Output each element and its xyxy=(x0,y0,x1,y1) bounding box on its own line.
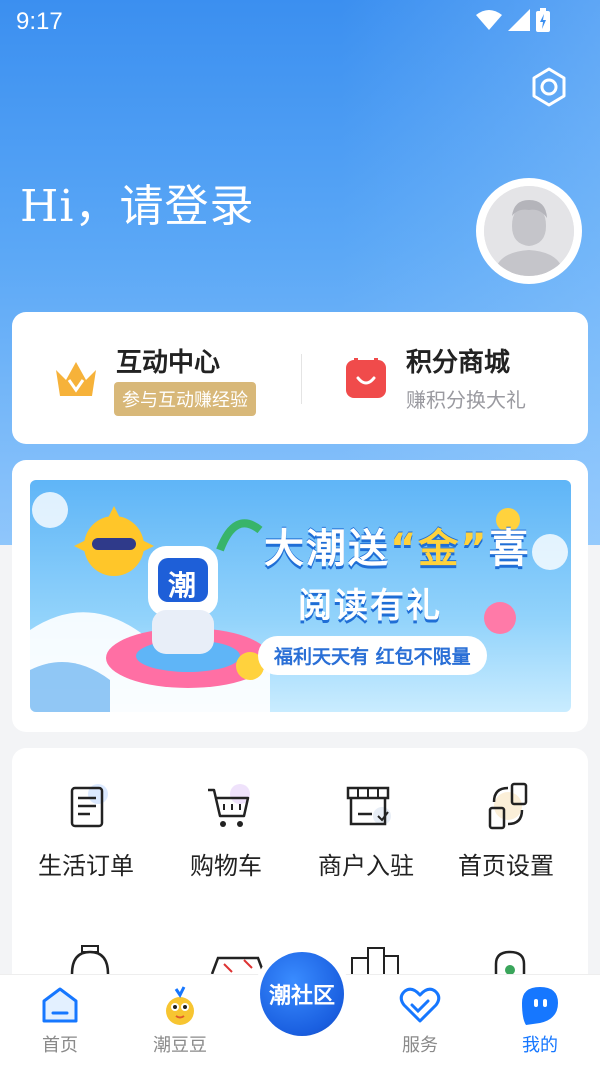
wifi-icon xyxy=(476,10,502,30)
community-button-label: 潮社区 xyxy=(260,952,344,1036)
mascot-screen-char: 潮 xyxy=(168,569,197,602)
grid-item-life-orders[interactable]: 生活订单 xyxy=(16,748,156,880)
points-mall-subtitle: 赚积分换大礼 xyxy=(406,388,526,412)
banner-headline-pre: 大潮送 xyxy=(264,526,390,572)
cart-icon xyxy=(208,784,250,827)
grid-item-merchant[interactable]: 商户入驻 xyxy=(296,748,436,880)
tab-label-services: 服务 xyxy=(402,1035,438,1056)
banner-headline-post: 喜 xyxy=(488,526,531,572)
grid-label-home-settings: 首页设置 xyxy=(458,852,554,880)
status-icons xyxy=(476,8,550,32)
receipt-icon xyxy=(70,784,108,828)
points-mall-title: 积分商城 xyxy=(406,348,511,378)
grid-item-home-settings[interactable]: 首页设置 xyxy=(436,748,576,880)
login-prompt[interactable]: Hi，请登录 xyxy=(20,170,254,234)
profile-icon xyxy=(522,987,558,1025)
settings-button[interactable] xyxy=(526,64,572,110)
banner-headline: 大潮送“金”喜 xyxy=(264,516,531,574)
avatar[interactable] xyxy=(476,178,582,284)
interaction-center-entry[interactable]: 互动中心 参与互动赚经验 xyxy=(12,312,300,444)
interaction-center-title: 互动中心 xyxy=(116,348,221,378)
tab-label-mine: 我的 xyxy=(522,1035,558,1056)
community-button[interactable]: 潮社区 xyxy=(254,946,350,1042)
signal-icon xyxy=(508,9,530,31)
banner-headline-gold: “金” xyxy=(390,526,489,572)
status-bar: 9:17 xyxy=(0,0,600,48)
default-avatar-icon xyxy=(484,186,574,276)
tab-label-chaodoudou: 潮豆豆 xyxy=(153,1035,207,1056)
banner-subheadline: 阅读有礼 xyxy=(298,586,442,626)
grid-label-cart: 购物车 xyxy=(190,852,262,880)
home-icon xyxy=(42,987,78,1023)
shopping-bag-icon xyxy=(346,358,386,398)
grid-label-merchant: 商户入驻 xyxy=(318,852,414,880)
status-time: 9:17 xyxy=(16,8,63,35)
phone-settings-icon xyxy=(488,782,528,830)
crown-icon xyxy=(56,362,96,396)
banner-slogan: 福利天天有 红包不限量 xyxy=(258,636,487,675)
tab-home[interactable]: 首页 xyxy=(10,975,110,1066)
store-icon xyxy=(346,786,391,826)
banner-card: 潮 大潮送“金”喜 阅读有礼 福利天天有 红包不限量 xyxy=(12,460,588,732)
tab-services[interactable]: 服务 xyxy=(370,975,470,1066)
heart-icon xyxy=(399,987,441,1023)
promo-banner[interactable]: 潮 大潮送“金”喜 阅读有礼 福利天天有 红包不限量 xyxy=(30,480,571,712)
points-mall-entry[interactable]: 积分商城 赚积分换大礼 xyxy=(302,312,588,444)
mascot-icon xyxy=(166,986,194,1025)
quick-entry-card: 互动中心 参与互动赚经验 积分商城 赚积分换大礼 xyxy=(12,312,588,444)
interaction-center-badge: 参与互动赚经验 xyxy=(114,382,256,416)
tab-chaodoudou[interactable]: 潮豆豆 xyxy=(130,975,230,1066)
grid-item-cart[interactable]: 购物车 xyxy=(156,748,296,880)
tab-label-home: 首页 xyxy=(42,1035,78,1056)
tab-mine[interactable]: 我的 xyxy=(490,975,590,1066)
battery-icon xyxy=(536,8,550,32)
grid-label-life-orders: 生活订单 xyxy=(38,852,134,880)
settings-icon xyxy=(532,67,566,107)
